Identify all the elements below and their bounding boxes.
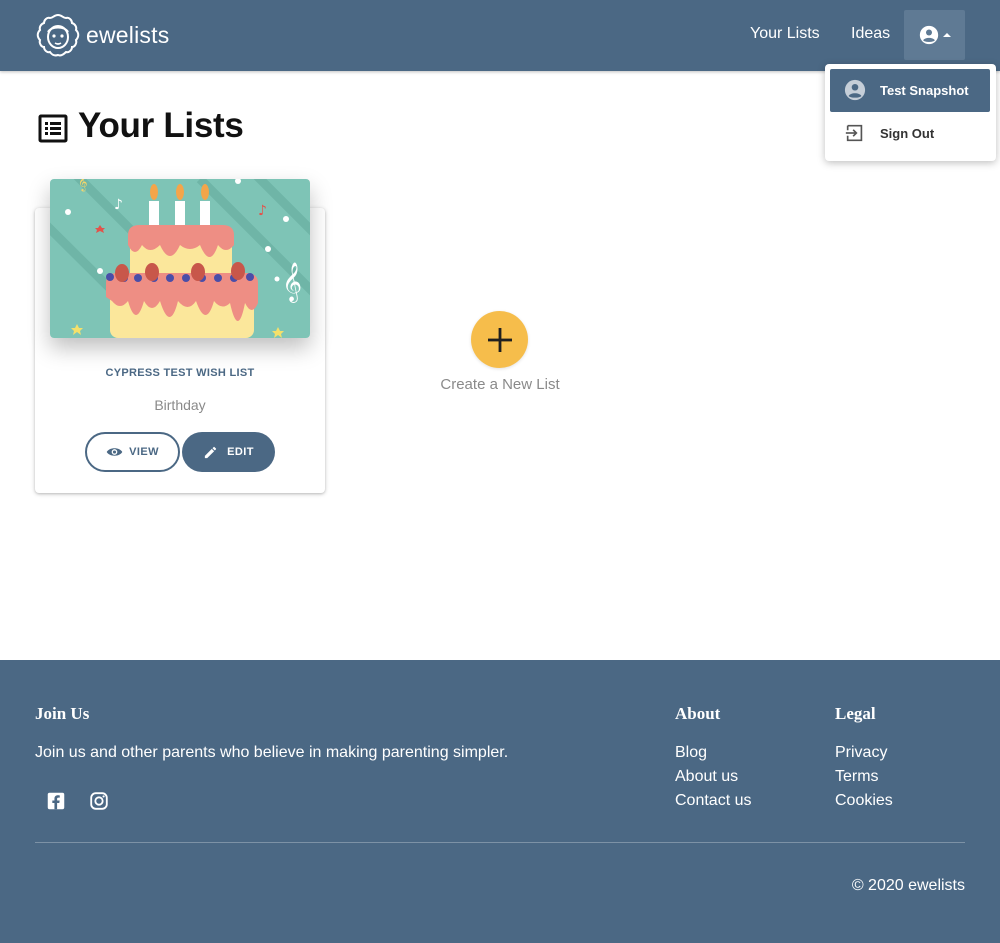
footer-link-terms[interactable]: Terms (835, 768, 879, 786)
page-title: Your Lists (37, 106, 244, 146)
svg-text:𝄞: 𝄞 (282, 262, 302, 303)
birthday-cake-illustration[interactable]: 𝄞 ♪ ♪ 𝄞 (50, 179, 310, 338)
brand-name: ewelists (86, 21, 170, 48)
create-list-label[interactable]: Create a New List (400, 376, 600, 393)
account-circle-icon (844, 79, 866, 101)
page-title-text: Your Lists (78, 106, 244, 145)
footer-link-privacy[interactable]: Privacy (835, 744, 887, 762)
account-circle-icon (919, 25, 938, 45)
menu-item-profile[interactable]: Test Snapshot (830, 69, 990, 112)
footer-link-blog[interactable]: Blog (675, 744, 707, 762)
sheep-logo-icon (36, 13, 80, 57)
list-card-occasion: Birthday (154, 397, 206, 413)
footer-legal-heading: Legal (835, 704, 876, 723)
top-navbar: ewelists Your Lists Ideas (0, 0, 1000, 71)
menu-item-sign-out[interactable]: Sign Out (830, 112, 990, 155)
account-menu-button[interactable] (904, 10, 965, 60)
instagram-icon[interactable] (88, 790, 110, 812)
footer-divider (35, 842, 965, 843)
nav-your-lists[interactable]: Your Lists (750, 25, 820, 43)
plus-icon (487, 327, 512, 352)
edit-list-button[interactable]: EDIT (182, 432, 275, 472)
footer-link-contact-us[interactable]: Contact us (675, 792, 751, 810)
exit-icon (845, 124, 863, 142)
footer-join-text: Join us and other parents who believe in… (35, 744, 509, 761)
pencil-icon (205, 446, 217, 458)
list-card-title: CYPRESS TEST WISH LIST (105, 367, 255, 379)
svg-text:𝄞: 𝄞 (78, 179, 87, 192)
eye-icon (106, 448, 123, 456)
view-button-label: VIEW (129, 446, 159, 458)
edit-button-label: EDIT (227, 446, 254, 458)
caret-up-icon (942, 32, 951, 37)
account-dropdown: Test Snapshot Sign Out (825, 64, 996, 161)
facebook-icon[interactable] (45, 790, 67, 812)
list-icon (38, 114, 68, 143)
menu-item-profile-label: Test Snapshot (880, 83, 969, 98)
menu-item-sign-out-label: Sign Out (880, 126, 935, 141)
footer-about-heading: About (675, 704, 721, 723)
create-list-button[interactable] (471, 311, 528, 368)
brand-link[interactable]: ewelists (35, 12, 169, 58)
footer-link-cookies[interactable]: Cookies (835, 792, 893, 810)
nav-ideas[interactable]: Ideas (851, 25, 890, 43)
view-list-button[interactable]: VIEW (85, 432, 180, 472)
footer-link-about-us[interactable]: About us (675, 768, 738, 786)
svg-text:♪: ♪ (258, 203, 267, 219)
footer-join-heading: Join Us (35, 704, 90, 723)
footer: Join Us Join us and other parents who be… (0, 660, 1000, 943)
svg-text:♪: ♪ (114, 197, 123, 213)
footer-copyright: © 2020 ewelists (851, 877, 965, 894)
